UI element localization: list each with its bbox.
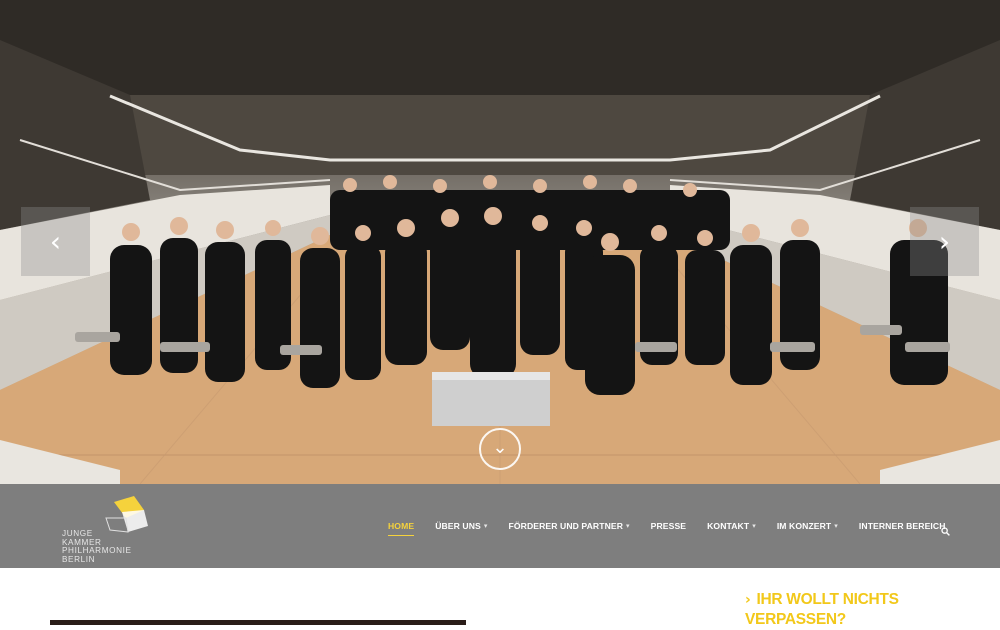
- nav-item-label: FÖRDERER UND PARTNER: [508, 521, 624, 531]
- caret-down-icon: ▾: [626, 522, 630, 530]
- nav-item-interner-bereich[interactable]: INTERNER BEREICH: [859, 521, 946, 531]
- nav-item-label: ÜBER UNS: [435, 521, 481, 531]
- main-navbar: JUNGE KAMMER PHILHARMONIE BERLIN HOME ÜB…: [0, 484, 1000, 568]
- slider-prev-button[interactable]: ‹: [21, 207, 90, 276]
- nav-item-kontakt[interactable]: KONTAKT ▾: [707, 521, 756, 531]
- slider-next-button[interactable]: ›: [910, 207, 979, 276]
- nav-item-home[interactable]: HOME: [388, 521, 415, 536]
- chevron-right-icon: ›: [938, 224, 951, 258]
- nav-item-im-konzert[interactable]: IM KONZERT ▾: [777, 521, 838, 531]
- scroll-down-button[interactable]: ⌄: [479, 428, 521, 470]
- cta-line-2: VERPASSEN?: [745, 611, 846, 628]
- main-menu: HOME ÜBER UNS ▾ FÖRDERER UND PARTNER ▾ P…: [388, 484, 967, 568]
- logo-text: JUNGE KAMMER PHILHARMONIE BERLIN: [62, 529, 132, 564]
- orchestra-photo: [0, 0, 1000, 484]
- featured-video-thumbnail[interactable]: [50, 620, 466, 625]
- nav-item-foerderer-und-partner[interactable]: FÖRDERER UND PARTNER ▾: [509, 521, 630, 531]
- main-content: › IHR WOLLT NICHTS VERPASSEN?: [0, 568, 1000, 628]
- nav-item-label: KONTAKT: [707, 521, 750, 531]
- logo-line: BERLIN: [62, 554, 96, 564]
- search-button[interactable]: [941, 523, 950, 536]
- nav-item-label: PRESSE: [650, 521, 687, 531]
- nav-item-ueber-uns[interactable]: ÜBER UNS ▾: [435, 521, 487, 531]
- chevron-down-icon: ⌄: [492, 437, 508, 458]
- nav-item-label: IM KONZERT: [776, 521, 832, 531]
- newsletter-cta-heading[interactable]: › IHR WOLLT NICHTS VERPASSEN?: [745, 590, 945, 630]
- site-logo[interactable]: JUNGE KAMMER PHILHARMONIE BERLIN: [62, 496, 154, 563]
- caret-down-icon: ▾: [834, 522, 838, 530]
- caret-down-icon: ▾: [752, 522, 756, 530]
- cta-line-1: IHR WOLLT NICHTS: [756, 591, 899, 608]
- hero-slider: ‹ › ⌄: [0, 0, 1000, 484]
- nav-item-label: HOME: [388, 521, 415, 531]
- chevron-left-icon: ‹: [49, 224, 62, 258]
- chevron-right-icon: ›: [745, 592, 751, 608]
- nav-item-presse[interactable]: PRESSE: [651, 521, 686, 531]
- caret-down-icon: ▾: [483, 522, 488, 530]
- search-icon: [941, 527, 950, 536]
- nav-item-label: INTERNER BEREICH: [858, 521, 946, 531]
